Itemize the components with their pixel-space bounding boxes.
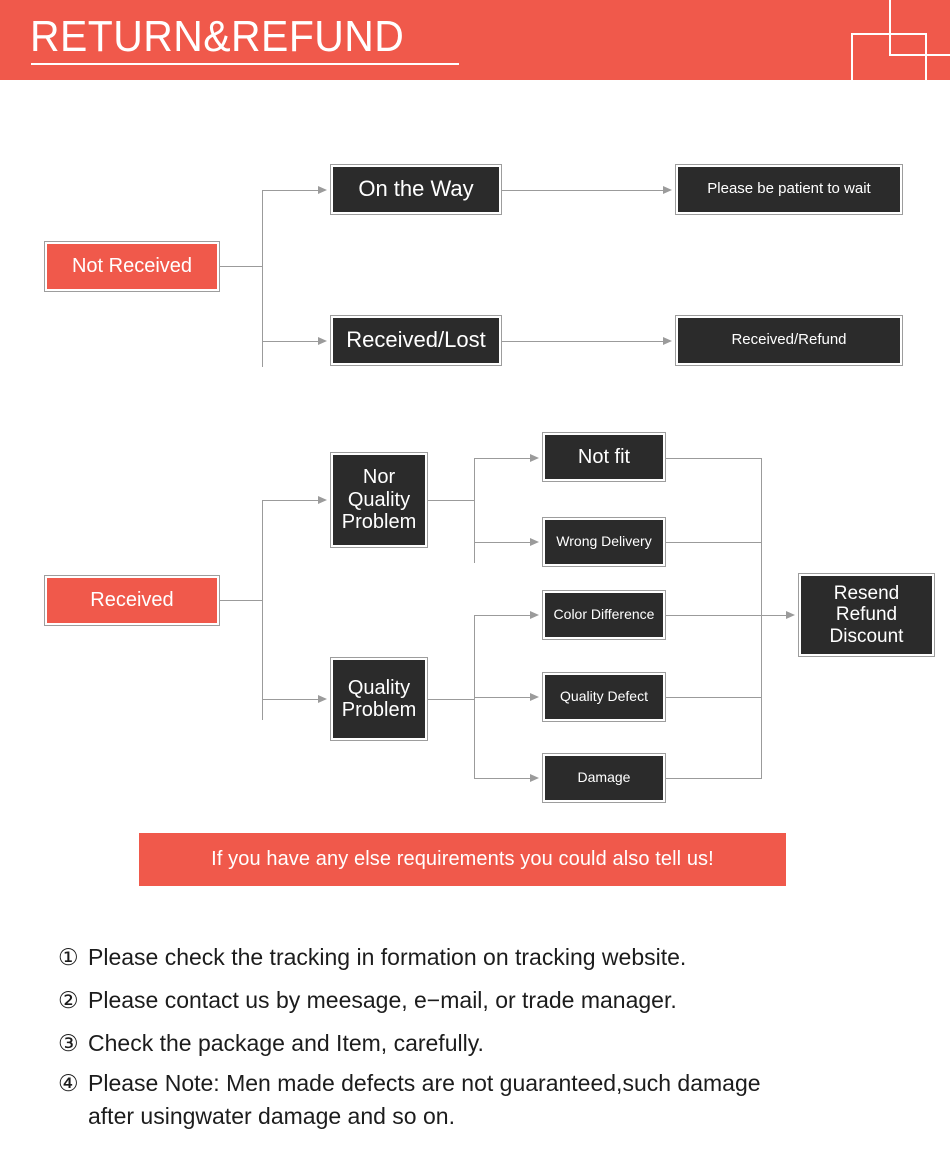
connector-line <box>262 500 318 501</box>
connector-line <box>502 341 663 342</box>
arrow-icon <box>530 693 539 701</box>
notice-banner-text: If you have any else requirements you co… <box>211 848 714 870</box>
arrow-icon <box>786 611 795 619</box>
note-text: Please check the tracking in formation o… <box>88 944 687 970</box>
connector-line <box>474 615 530 616</box>
list-item: ③ Check the package and Item, carefully. <box>58 1024 938 1063</box>
notes-list: ① Please check the tracking in formation… <box>58 938 938 1137</box>
node-not-fit-label: Not fit <box>545 435 663 479</box>
node-not-fit[interactable]: Not fit <box>542 432 666 482</box>
list-item: ④ Please Note: Men made defects are not … <box>58 1067 938 1133</box>
node-resend-refund-discount-label: Resend Refund Discount <box>801 576 932 654</box>
node-received-lost[interactable]: Received/Lost <box>330 315 502 366</box>
connector-line <box>474 458 530 459</box>
connector-line <box>502 190 663 191</box>
node-quality-problem-label: Quality Problem <box>333 660 425 738</box>
decorative-rectangle-icon <box>851 33 927 80</box>
node-not-received-label: Not Received <box>47 244 217 289</box>
note-text: Please contact us by meesage, e−mail, or… <box>88 987 677 1013</box>
list-item: ① Please check the tracking in formation… <box>58 938 938 977</box>
arrow-icon <box>318 695 327 703</box>
connector-line <box>474 778 530 779</box>
node-received[interactable]: Received <box>44 575 220 626</box>
node-on-the-way[interactable]: On the Way <box>330 164 502 215</box>
connector-line <box>220 600 263 601</box>
arrow-icon <box>663 337 672 345</box>
arrow-icon <box>663 186 672 194</box>
connector-line <box>262 341 318 342</box>
note-text: Please Note: Men made defects are not gu… <box>88 1070 761 1129</box>
connector-line <box>474 697 530 698</box>
node-wrong-delivery-label: Wrong Delivery <box>545 520 663 564</box>
arrow-icon <box>530 538 539 546</box>
arrow-icon <box>530 774 539 782</box>
connector-line <box>428 699 475 700</box>
connector-line <box>220 266 263 267</box>
node-quality-problem[interactable]: Quality Problem <box>330 657 428 741</box>
node-nor-quality-problem-label: Nor Quality Problem <box>333 455 425 545</box>
node-not-received[interactable]: Not Received <box>44 241 220 292</box>
connector-line <box>666 615 762 616</box>
node-received-label: Received <box>47 578 217 623</box>
node-received-lost-label: Received/Lost <box>333 318 499 363</box>
arrow-icon <box>530 611 539 619</box>
node-on-the-way-label: On the Way <box>333 167 499 212</box>
node-resend-refund-discount[interactable]: Resend Refund Discount <box>798 573 935 657</box>
notice-banner: If you have any else requirements you co… <box>139 833 786 886</box>
page-title: RETURN&REFUND <box>30 12 405 61</box>
connector-line <box>428 500 475 501</box>
note-number: ③ <box>58 1030 79 1056</box>
connector-line <box>474 542 530 543</box>
connector-line <box>761 458 762 779</box>
node-quality-defect-label: Quality Defect <box>545 675 663 719</box>
note-number: ④ <box>58 1070 79 1096</box>
node-damage-label: Damage <box>545 756 663 800</box>
node-received-refund-label: Received/Refund <box>678 318 900 363</box>
list-item: ② Please contact us by meesage, e−mail, … <box>58 981 938 1020</box>
arrow-icon <box>318 337 327 345</box>
connector-line <box>761 615 786 616</box>
title-underline <box>31 63 459 65</box>
node-quality-defect[interactable]: Quality Defect <box>542 672 666 722</box>
node-wrong-delivery[interactable]: Wrong Delivery <box>542 517 666 567</box>
connector-line <box>666 458 762 459</box>
node-color-difference-label: Color Difference <box>545 593 663 637</box>
note-number: ① <box>58 944 79 970</box>
connector-line <box>262 699 318 700</box>
arrow-icon <box>318 496 327 504</box>
node-please-be-patient[interactable]: Please be patient to wait <box>675 164 903 215</box>
note-number: ② <box>58 987 79 1013</box>
connector-line <box>666 542 762 543</box>
arrow-icon <box>318 186 327 194</box>
node-please-be-patient-label: Please be patient to wait <box>678 167 900 212</box>
node-damage[interactable]: Damage <box>542 753 666 803</box>
connector-line <box>474 458 475 563</box>
node-received-refund[interactable]: Received/Refund <box>675 315 903 366</box>
connector-line <box>262 500 263 720</box>
flowchart: Not Received On the Way Received/Lost Pl… <box>0 80 950 860</box>
connector-line <box>262 190 318 191</box>
connector-line <box>666 778 762 779</box>
connector-line <box>666 697 762 698</box>
arrow-icon <box>530 454 539 462</box>
header-banner: RETURN&REFUND <box>0 0 950 80</box>
node-color-difference[interactable]: Color Difference <box>542 590 666 640</box>
node-nor-quality-problem[interactable]: Nor Quality Problem <box>330 452 428 548</box>
note-text: Check the package and Item, carefully. <box>88 1030 484 1056</box>
